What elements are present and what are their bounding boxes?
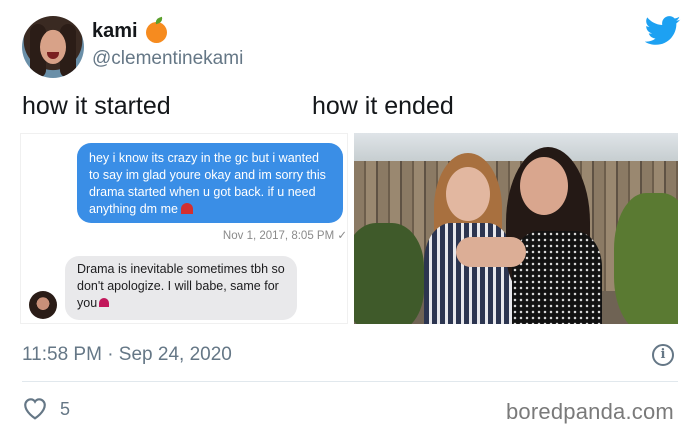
divider: [22, 381, 678, 382]
user-handle[interactable]: @clementinekami: [92, 48, 243, 70]
display-name[interactable]: kami: [92, 20, 138, 43]
info-icon[interactable]: i: [652, 344, 674, 366]
photo-foliage: [614, 193, 678, 324]
watermark-text: boredpanda.com: [506, 399, 674, 424]
caption-how-it-started: how it started: [22, 92, 171, 120]
outgoing-message-bubble: hey i know its crazy in the gc but i wan…: [77, 143, 343, 223]
heart-icon[interactable]: [22, 396, 48, 420]
profile-avatar[interactable]: [22, 16, 84, 78]
tweet-timestamp[interactable]: 11:58 PM · Sep 24, 2020: [22, 344, 232, 366]
orange-emoji-icon: [146, 22, 167, 43]
contact-avatar: [29, 291, 57, 319]
pink-heart-icon: [99, 298, 110, 307]
chat-screenshot-image[interactable]: hey i know its crazy in the gc but i wan…: [20, 133, 348, 324]
photo-foliage: [354, 223, 424, 324]
person-face: [446, 167, 490, 221]
couple-photo-image[interactable]: [354, 133, 678, 324]
outgoing-message-text: hey i know its crazy in the gc but i wan…: [89, 151, 326, 216]
like-count[interactable]: 5: [60, 399, 70, 420]
person-face: [520, 157, 568, 215]
photo-person-right: [456, 147, 612, 324]
person-arm: [456, 237, 526, 267]
incoming-message-bubble: Drama is inevitable sometimes tbh so don…: [65, 256, 297, 320]
person-dress: [512, 231, 602, 324]
message-timestamp: Nov 1, 2017, 8:05 PM ✓: [222, 230, 347, 242]
caption-how-it-ended: how it ended: [312, 92, 454, 120]
twitter-bird-icon[interactable]: [645, 16, 681, 46]
red-heart-icon: [180, 203, 193, 214]
